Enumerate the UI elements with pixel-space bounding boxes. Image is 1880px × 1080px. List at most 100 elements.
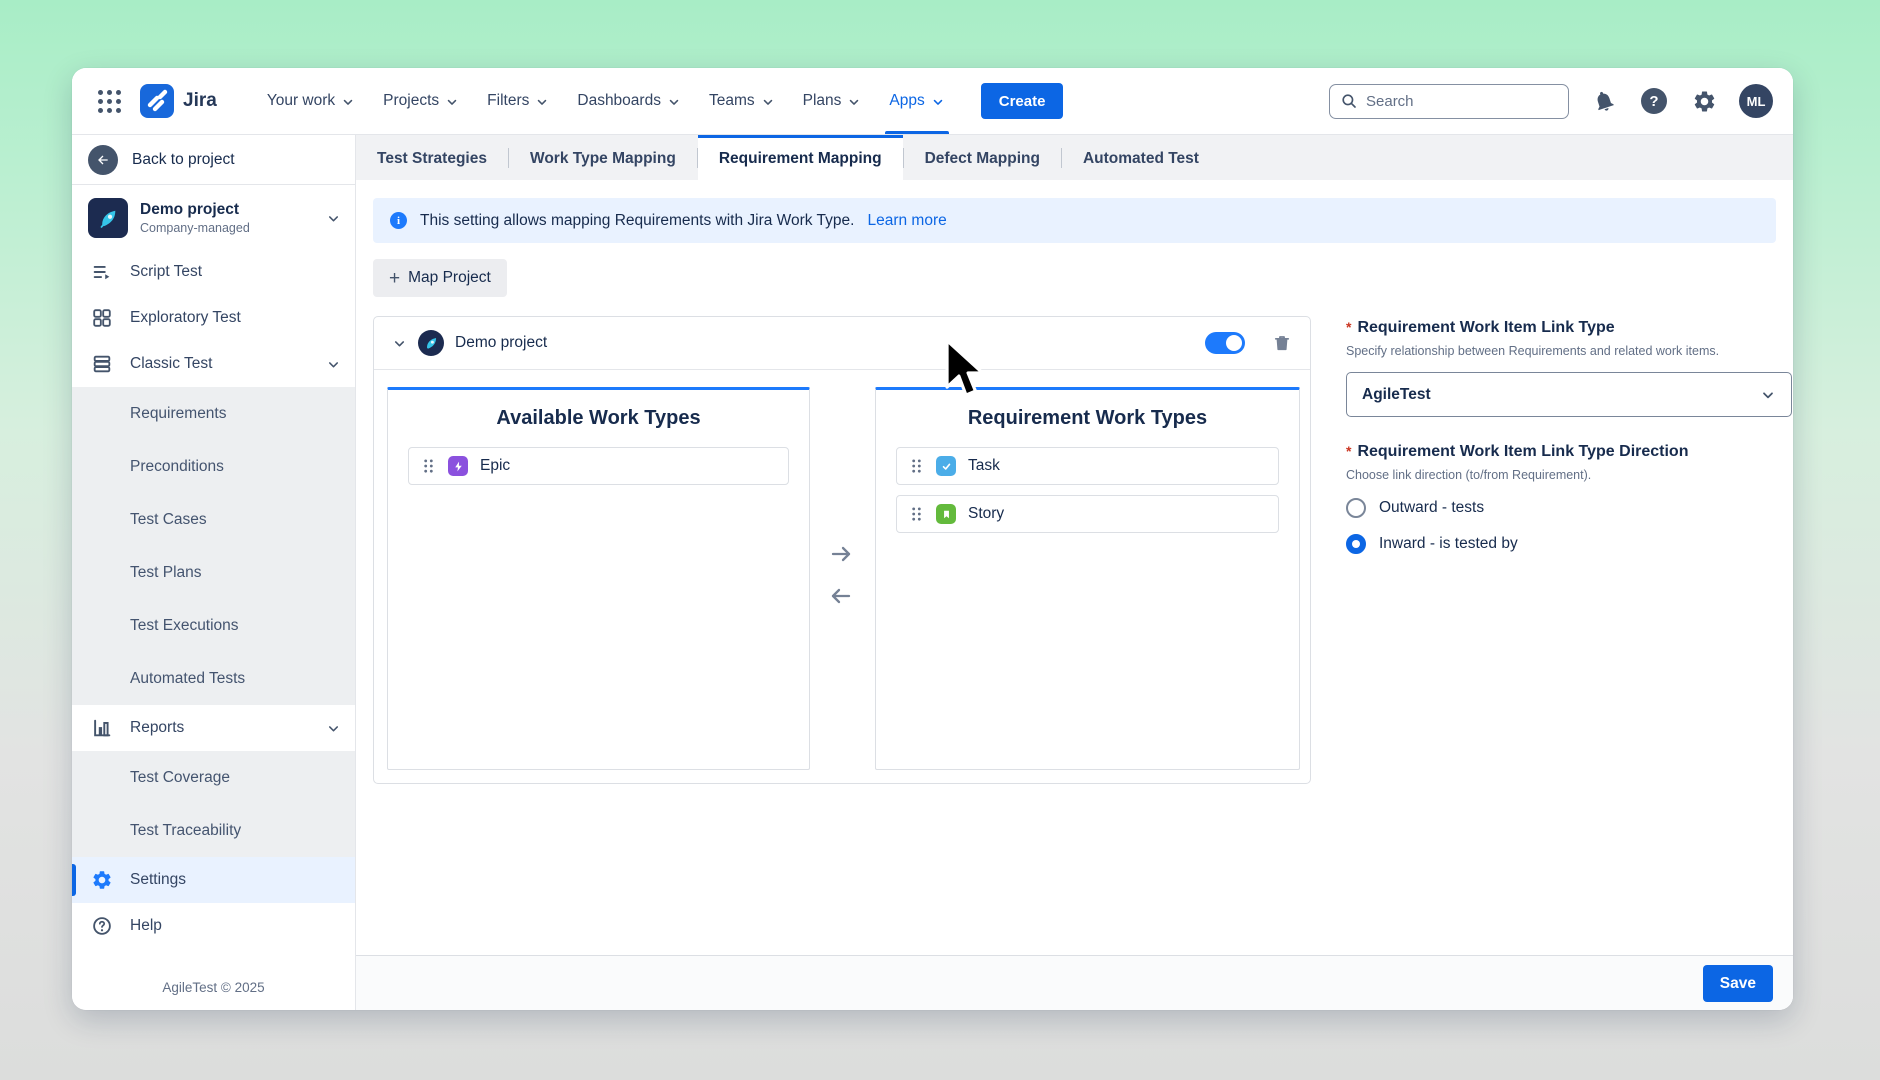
collapse-chevron-icon[interactable] <box>392 336 407 351</box>
project-subtitle: Company-managed <box>140 221 250 235</box>
chevron-down-icon <box>341 95 355 109</box>
tab-requirement-mapping[interactable]: Requirement Mapping <box>698 135 903 180</box>
reports-chart-icon <box>90 717 114 739</box>
project-name: Demo project <box>140 201 250 219</box>
project-mapping-toggle[interactable] <box>1205 332 1245 354</box>
settings-gear-icon[interactable] <box>1689 86 1719 116</box>
info-icon: i <box>390 212 407 229</box>
reports-subgroup: Test Coverage Test Traceability <box>72 751 355 857</box>
sidebar-item-help[interactable]: Help <box>72 903 355 949</box>
tab-test-strategies[interactable]: Test Strategies <box>356 135 508 180</box>
work-type-item-epic[interactable]: Epic <box>408 447 789 485</box>
nav-item-plans[interactable]: Plans <box>789 68 876 134</box>
move-right-arrow-icon[interactable] <box>829 542 853 566</box>
required-asterisk: * <box>1346 443 1351 459</box>
help-question-icon <box>90 915 114 937</box>
radio-button[interactable] <box>1346 498 1366 518</box>
move-left-arrow-icon[interactable] <box>829 584 853 608</box>
sidebar-item-test-cases[interactable]: Test Cases <box>72 493 355 546</box>
link-type-label: * Requirement Work Item Link Type <box>1346 319 1792 337</box>
chevron-down-icon <box>667 95 681 109</box>
mapped-project-name: Demo project <box>455 334 547 352</box>
chevron-down-icon <box>445 95 459 109</box>
back-arrow-icon <box>88 145 118 175</box>
back-to-project[interactable]: Back to project <box>72 135 355 185</box>
user-avatar[interactable]: ML <box>1739 84 1773 118</box>
direction-settings: * Requirement Work Item Link Type Direct… <box>1346 443 1792 554</box>
plus-icon: + <box>389 269 400 288</box>
radio-outward-tests[interactable]: Outward - tests <box>1346 498 1792 518</box>
link-type-helper: Specify relationship between Requirement… <box>1346 344 1792 358</box>
nav-item-your-work[interactable]: Your work <box>253 68 369 134</box>
nav-item-projects[interactable]: Projects <box>369 68 473 134</box>
project-mapping-card: Demo project Available Work Types <box>373 316 1311 784</box>
required-asterisk: * <box>1346 319 1351 335</box>
create-button[interactable]: Create <box>981 83 1064 119</box>
jira-logo-text: Jira <box>183 90 217 112</box>
sidebar-item-classic-test[interactable]: Classic Test <box>72 341 355 387</box>
link-type-select[interactable]: AgileTest <box>1346 372 1792 417</box>
panel-title: Available Work Types <box>388 407 809 430</box>
sidebar-item-test-executions[interactable]: Test Executions <box>72 599 355 652</box>
direction-label: * Requirement Work Item Link Type Direct… <box>1346 443 1792 461</box>
footer-bar: Save <box>356 955 1793 1010</box>
epic-icon <box>448 456 468 476</box>
direction-helper: Choose link direction (to/from Requireme… <box>1346 468 1792 482</box>
sidebar-item-automated-tests[interactable]: Automated Tests <box>72 652 355 705</box>
work-type-item-story[interactable]: Story <box>896 495 1279 533</box>
tab-defect-mapping[interactable]: Defect Mapping <box>904 135 1061 180</box>
top-navbar: Jira Your work Projects Filters Dashboar… <box>72 68 1793 135</box>
nav-item-apps[interactable]: Apps <box>875 68 958 134</box>
project-rocket-icon <box>418 330 444 356</box>
work-type-item-task[interactable]: Task <box>896 447 1279 485</box>
project-selector[interactable]: Demo project Company-managed <box>72 185 355 249</box>
classic-test-icon <box>90 353 114 375</box>
sidebar-item-script-test[interactable]: Script Test <box>72 249 355 295</box>
notifications-bell-icon[interactable] <box>1589 86 1619 116</box>
sidebar-item-exploratory-test[interactable]: Exploratory Test <box>72 295 355 341</box>
sidebar-item-requirements[interactable]: Requirements <box>72 387 355 440</box>
search-icon <box>1340 92 1358 110</box>
map-project-button[interactable]: + Map Project <box>373 259 507 297</box>
global-search[interactable] <box>1329 84 1569 119</box>
classic-test-subgroup: Requirements Preconditions Test Cases Te… <box>72 387 355 705</box>
chevron-down-icon <box>931 95 945 109</box>
nav-item-dashboards[interactable]: Dashboards <box>563 68 695 134</box>
search-input[interactable] <box>1366 93 1536 110</box>
sidebar: Back to project Demo project Company-man… <box>72 135 356 1010</box>
chevron-down-icon <box>326 721 341 736</box>
drag-handle-icon[interactable] <box>909 457 924 475</box>
chevron-down-icon <box>326 357 341 372</box>
radio-inward-is-tested-by[interactable]: Inward - is tested by <box>1346 534 1792 554</box>
save-button[interactable]: Save <box>1703 965 1773 1002</box>
navbar-right: ? ML <box>1329 84 1773 119</box>
available-work-types-panel: Available Work Types Epic <box>387 387 810 770</box>
tab-automated-test[interactable]: Automated Test <box>1062 135 1220 180</box>
sidebar-item-reports[interactable]: Reports <box>72 705 355 751</box>
delete-mapping-trash-icon[interactable] <box>1272 333 1292 353</box>
jira-logo[interactable]: Jira <box>140 84 217 118</box>
app-switcher-icon[interactable] <box>92 84 126 118</box>
learn-more-link[interactable]: Learn more <box>867 212 946 230</box>
sidebar-item-test-coverage[interactable]: Test Coverage <box>72 751 355 804</box>
sidebar-footer-copyright: AgileTest © 2025 <box>72 980 355 1010</box>
nav-item-teams[interactable]: Teams <box>695 68 789 134</box>
chevron-down-icon <box>326 211 341 226</box>
drag-handle-icon[interactable] <box>909 505 924 523</box>
radio-button-selected[interactable] <box>1346 534 1366 554</box>
sidebar-item-test-traceability[interactable]: Test Traceability <box>72 804 355 857</box>
sidebar-item-settings[interactable]: Settings <box>72 857 355 903</box>
tab-work-type-mapping[interactable]: Work Type Mapping <box>509 135 697 180</box>
primary-nav: Your work Projects Filters Dashboards Te… <box>253 68 959 134</box>
info-banner: i This setting allows mapping Requiremen… <box>373 198 1776 243</box>
tab-bar: Test Strategies Work Type Mapping Requir… <box>356 135 1793 180</box>
nav-item-filters[interactable]: Filters <box>473 68 563 134</box>
help-icon[interactable]: ? <box>1639 86 1669 116</box>
chevron-down-icon <box>761 95 775 109</box>
transfer-arrows <box>821 542 861 608</box>
chevron-down-icon <box>1760 387 1776 403</box>
sidebar-item-preconditions[interactable]: Preconditions <box>72 440 355 493</box>
sidebar-item-test-plans[interactable]: Test Plans <box>72 546 355 599</box>
drag-handle-icon[interactable] <box>421 457 436 475</box>
main-area: Test Strategies Work Type Mapping Requir… <box>356 135 1793 1010</box>
